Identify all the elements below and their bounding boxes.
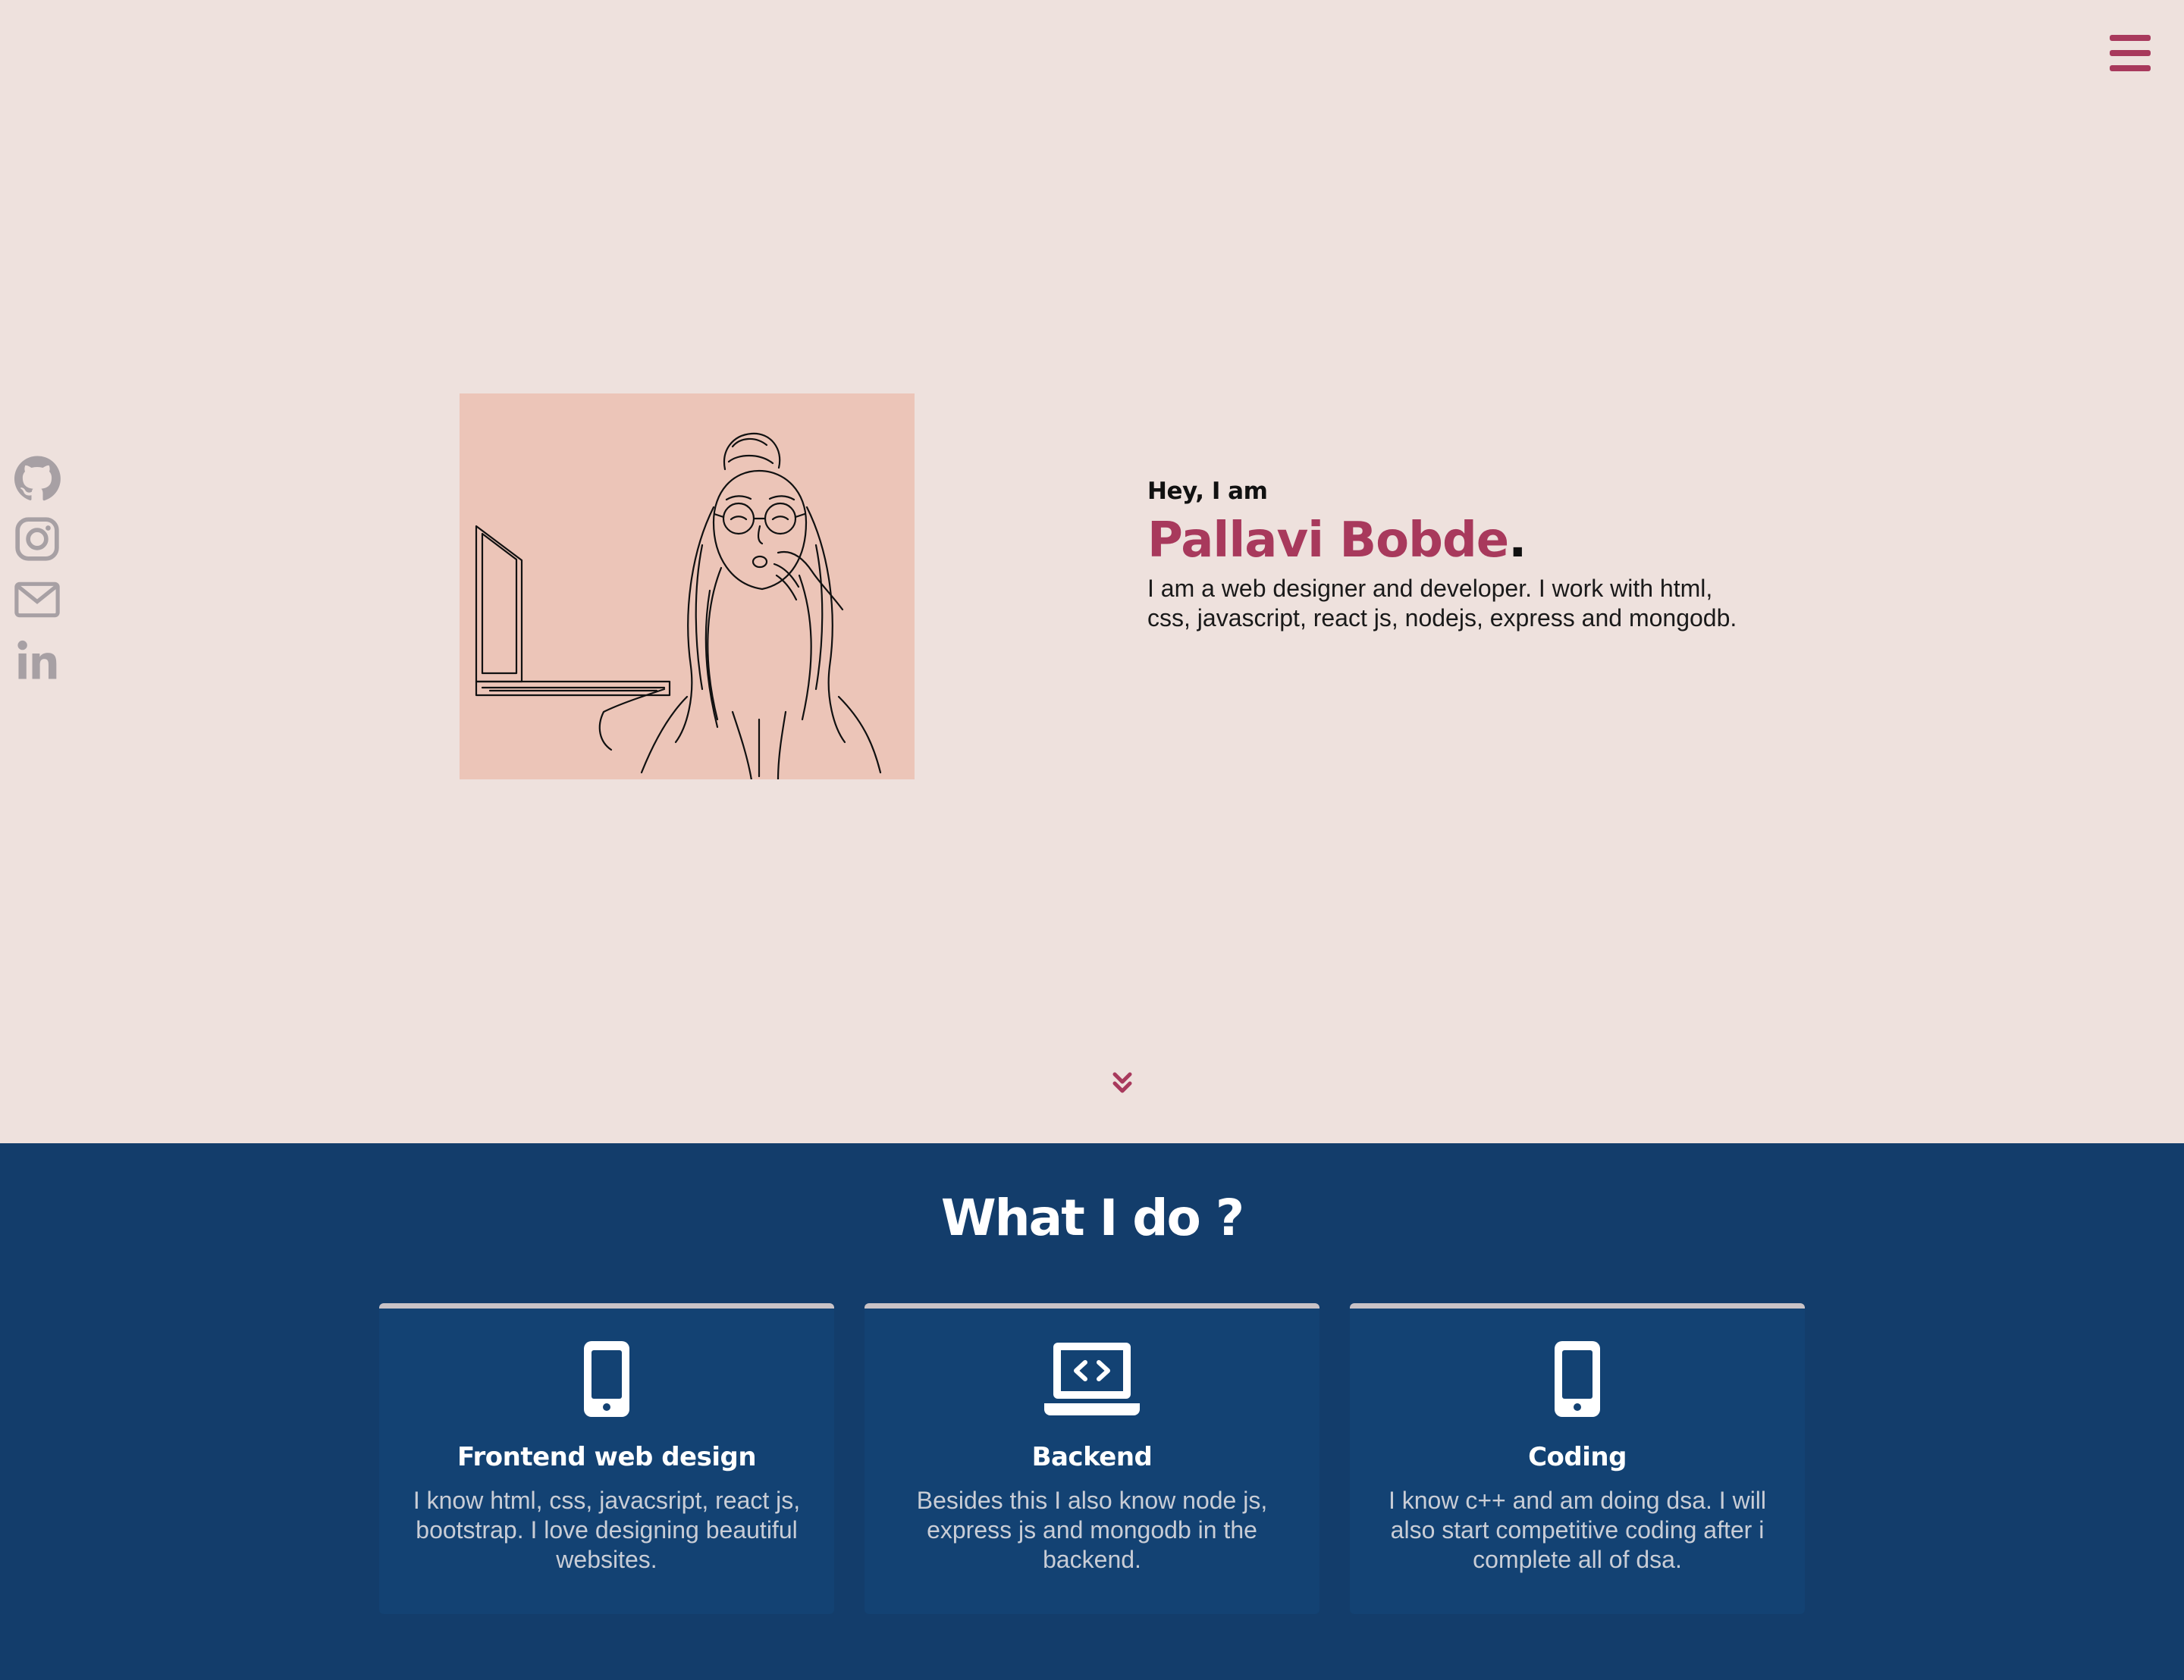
hero-section: Hey, I am Pallavi Bobde. I am a web desi…	[0, 0, 2184, 1143]
mail-icon[interactable]	[14, 576, 61, 623]
service-card-coding: Coding I know c++ and am doing dsa. I wi…	[1350, 1303, 1805, 1614]
name-text: Pallavi Bobde	[1147, 512, 1509, 569]
hamburger-menu-icon[interactable]	[2110, 35, 2154, 74]
intro-description: I am a web designer and developer. I wor…	[1147, 575, 1737, 632]
social-links	[14, 455, 64, 697]
service-card-text: Besides this I also know node js, expres…	[916, 1487, 1268, 1573]
intro-block: Hey, I am Pallavi Bobde. I am a web desi…	[1147, 478, 1754, 633]
service-card-title: Coding	[1528, 1442, 1627, 1472]
github-icon[interactable]	[14, 455, 61, 502]
service-card-frontend: Frontend web design I know html, css, ja…	[379, 1303, 834, 1614]
instagram-icon[interactable]	[14, 516, 61, 563]
portrait-illustration	[460, 393, 915, 779]
linkedin-icon[interactable]	[14, 637, 61, 684]
service-card-title: Backend	[1031, 1442, 1153, 1472]
section-title: What I do ?	[940, 1189, 1244, 1247]
mobile-icon	[379, 1339, 834, 1421]
laptop-code-icon	[864, 1339, 1320, 1421]
service-card-text: I know html, css, javacsript, react js, …	[413, 1487, 801, 1573]
name-period: .	[1508, 512, 1527, 569]
service-card-backend: Backend Besides this I also know node js…	[864, 1303, 1320, 1614]
greeting-text: Hey, I am	[1147, 478, 1268, 505]
double-chevron-down-icon[interactable]	[1112, 1071, 1133, 1095]
mobile-icon	[1350, 1339, 1805, 1421]
what-i-do-section: What I do ? Frontend web design I know h…	[0, 1143, 2184, 1680]
service-card-text: I know c++ and am doing dsa. I will also…	[1388, 1487, 1767, 1573]
service-card-title: Frontend web design	[457, 1442, 757, 1472]
name-heading: Pallavi Bobde.	[1147, 515, 1754, 566]
